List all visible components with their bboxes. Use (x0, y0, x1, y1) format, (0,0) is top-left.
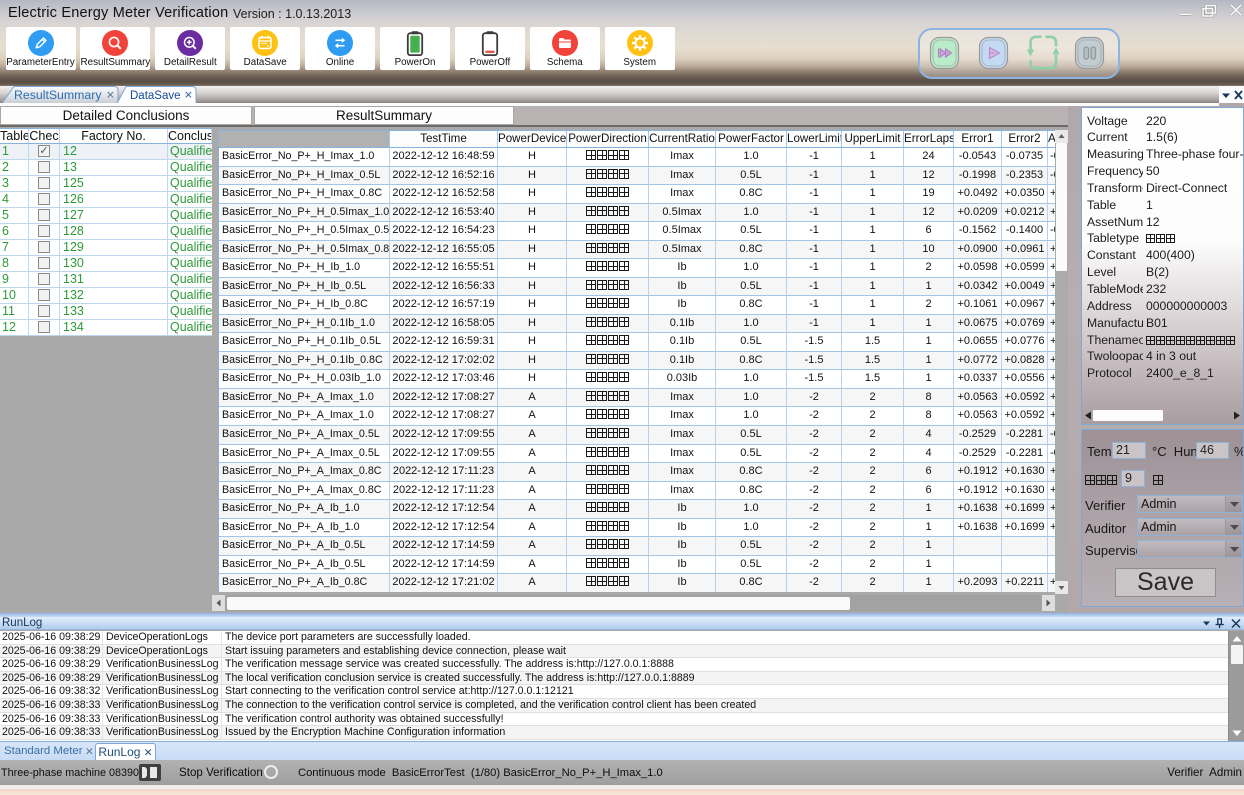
svg-text:✕: ✕ (106, 90, 115, 102)
svg-text:DataSave: DataSave (130, 90, 181, 102)
svg-text:✕: ✕ (184, 90, 193, 102)
svg-text:ResultSummary: ResultSummary (14, 88, 102, 102)
